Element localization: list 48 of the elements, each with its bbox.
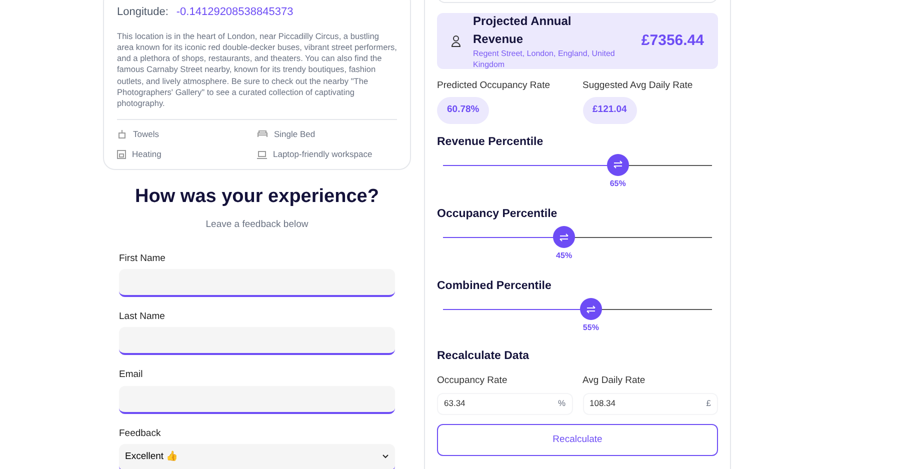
input-field[interactable]: 108.34 £ bbox=[582, 392, 718, 415]
rate-label: Suggested Avg Daily Rate bbox=[582, 79, 694, 93]
hanger-icon bbox=[117, 128, 127, 139]
chevron-down-icon bbox=[382, 454, 389, 460]
field-label: Occupancy Rate bbox=[437, 374, 508, 388]
slider-reading: 55% bbox=[582, 322, 599, 334]
rate-value: £121.04 bbox=[582, 97, 637, 124]
laptop-icon bbox=[257, 150, 267, 159]
section-title: Revenue Percentile bbox=[437, 134, 544, 150]
slider-thumb[interactable] bbox=[606, 154, 629, 176]
amenity-label: Towels bbox=[133, 128, 159, 140]
recalculate-button[interactable]: Recalculate bbox=[437, 424, 718, 456]
field-label: Last Name bbox=[119, 310, 166, 324]
description-text: This location is in the heart of London, near Piccadilly Circus, a bustling area known for its iconic red double-decker buses, vibrant street performers, and a plethora of shops, restaurants, and theaters. You can also find the famous Carnaby Street nearby, known for its trendy boutiques, fashion outlets, and lively atmosphere. Be sure to check out the nearby "The Photographers' Gallery" to see a curated collection of captivating photography. bbox=[117, 30, 397, 110]
revenue-address: Regent Street, London, England, United Kingdom bbox=[473, 48, 616, 70]
rate-value: 60.78% bbox=[437, 97, 490, 124]
form-subtitle: Leave a feedback below bbox=[204, 218, 310, 232]
field-label: First Name bbox=[119, 252, 166, 266]
bed-icon bbox=[257, 130, 268, 138]
input-field[interactable] bbox=[119, 386, 395, 414]
input-field[interactable] bbox=[119, 269, 395, 298]
field-label: Feedback bbox=[119, 426, 162, 441]
longitude-label: Longitude: bbox=[117, 5, 168, 20]
field-label: Email bbox=[119, 368, 144, 382]
feedback-select[interactable]: Excellent 👍 bbox=[119, 444, 395, 469]
swap-arrows-icon bbox=[559, 232, 570, 242]
input-field[interactable]: 63.34 % bbox=[437, 392, 572, 415]
revenue-title: Projected Annual Revenue bbox=[473, 13, 572, 48]
input-field[interactable] bbox=[119, 327, 395, 356]
swap-arrows-icon bbox=[586, 304, 596, 314]
section-title: Recalculate Data bbox=[437, 349, 530, 364]
form-title: How was your experience? bbox=[134, 185, 380, 210]
person-icon bbox=[451, 35, 461, 47]
section-title: Occupancy Percentile bbox=[437, 206, 558, 222]
section-title: Combined Percentile bbox=[437, 279, 552, 294]
field-label: Avg Daily Rate bbox=[582, 374, 646, 388]
heater-icon bbox=[117, 150, 126, 160]
amenity-label: Heating bbox=[132, 148, 162, 162]
revenue-amount: £7356.44 bbox=[641, 30, 704, 51]
longitude-value: -0.14129208538845373 bbox=[176, 5, 294, 20]
slider-thumb[interactable] bbox=[580, 298, 602, 320]
swap-arrows-icon bbox=[612, 160, 623, 170]
slider-thumb[interactable] bbox=[553, 226, 576, 248]
slider-reading: 65% bbox=[610, 178, 626, 190]
amenity-label: Laptop-friendly workspace bbox=[273, 148, 372, 162]
amenity-label: Single Bed bbox=[274, 128, 316, 140]
slider-reading: 45% bbox=[556, 250, 572, 262]
rate-label: Predicted Occupancy Rate bbox=[437, 79, 552, 93]
